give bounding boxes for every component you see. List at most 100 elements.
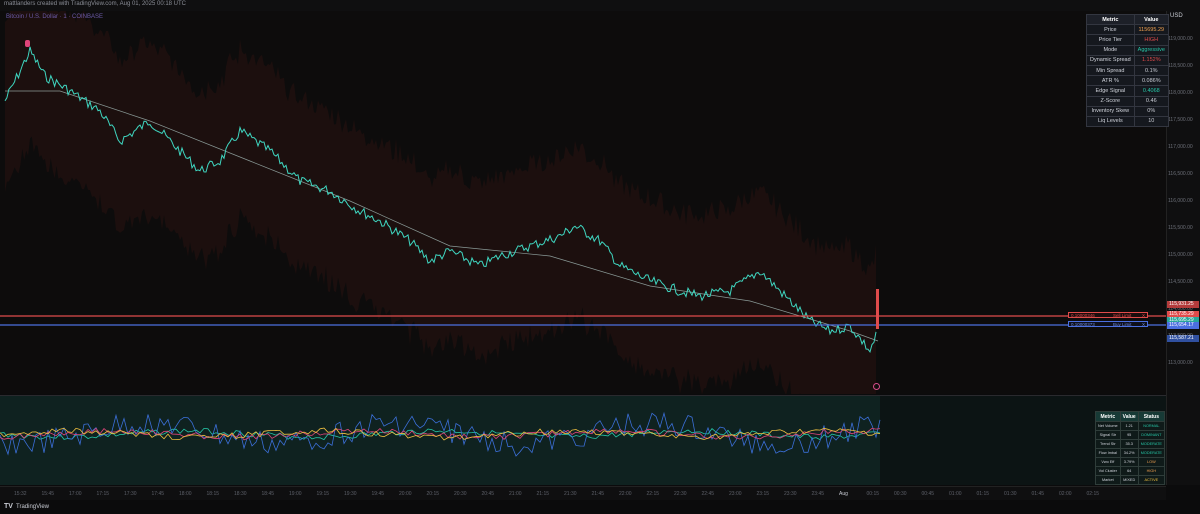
metric-value: 0.4068: [1133, 85, 1169, 97]
oscillator-pane[interactable]: [0, 395, 1166, 485]
time-tick: 22:00: [619, 491, 632, 497]
metric-name: Min Spread: [1086, 64, 1135, 77]
status-metric: Vwo Eff: [1095, 457, 1121, 467]
buy-limit-order[interactable]: 0.10000373 Buy Limit X: [1068, 321, 1148, 327]
metric-row: Inventory Skew 0%: [1086, 105, 1169, 117]
status-value: 64: [1119, 466, 1139, 476]
time-tick: 21:30: [564, 491, 577, 497]
top-bar: mattlanders created with TradingView.com…: [0, 0, 1200, 11]
metric-name: Price: [1086, 24, 1135, 36]
status-value: 1.21: [1119, 421, 1139, 431]
time-tick: 15:32: [14, 491, 27, 497]
time-tick: 17:15: [96, 491, 110, 497]
price-axis[interactable]: [1166, 11, 1200, 485]
time-tick: 19:30: [344, 491, 357, 497]
buy-limit-label: Buy Limit: [1113, 322, 1132, 327]
status-value: 3.79%: [1119, 457, 1139, 467]
alert-icon[interactable]: [873, 383, 880, 390]
metric-value: 115695.29: [1133, 24, 1169, 36]
status-value: 95: [1119, 430, 1139, 440]
metric-row: Dynamic Spread 1.152%: [1086, 54, 1169, 66]
status-table: Metric Value Status Net Volume 1.21 NORMAL…: [1095, 411, 1165, 485]
time-tick: 19:00: [289, 491, 302, 497]
price-tick: 118,000.00: [1168, 90, 1193, 96]
status-status: HIGH: [1137, 466, 1165, 476]
time-tick: 00:30: [894, 491, 907, 497]
metric-name: Edge Signal: [1086, 85, 1135, 97]
buy-limit-close-button[interactable]: X: [1142, 322, 1145, 328]
metric-value: Aggressive: [1133, 44, 1169, 56]
time-tick: 17:00: [69, 491, 82, 497]
time-tick: 02:15: [1086, 491, 1100, 497]
time-tick: 22:30: [674, 491, 687, 497]
time-tick: 23:30: [784, 491, 797, 497]
metric-row: Price Tier HIGH: [1086, 34, 1169, 46]
time-tick: 18:15: [206, 491, 220, 497]
price-tag: 115,654.17: [1167, 322, 1199, 329]
price-tick: 116,000.00: [1168, 198, 1193, 204]
buy-limit-qty: 0.10000373: [1071, 322, 1095, 327]
price-tick: 114,500.00: [1168, 279, 1193, 285]
time-tick: 01:00: [949, 491, 962, 497]
tradingview-logo[interactable]: TV: [4, 503, 13, 510]
metric-name: Liq Levels: [1086, 115, 1135, 128]
status-status: LOW: [1137, 457, 1165, 467]
metric-name: ATR %: [1086, 75, 1135, 87]
time-tick: 21:15: [536, 491, 550, 497]
time-axis[interactable]: 15:32 15:45 17:00 17:15 17:30 17:45 18:00 18:15…: [0, 486, 1166, 500]
sell-limit-qty: 0.10000346: [1071, 313, 1095, 318]
time-tick: 18:00: [179, 491, 192, 497]
time-tick: 23:15: [756, 491, 770, 497]
sell-limit-close-button[interactable]: X: [1142, 313, 1145, 319]
time-tick: 20:30: [454, 491, 467, 497]
time-tick: 23:45: [811, 491, 825, 497]
status-row: Flow Imbal 34.2% MODERATE: [1095, 448, 1165, 458]
value-header: Value: [1133, 13, 1169, 26]
status-metric: Signal Str: [1095, 430, 1121, 440]
time-tick: 22:15: [646, 491, 660, 497]
metric-name: Dynamic Spread: [1086, 54, 1135, 66]
status-status: ACTIVE: [1137, 475, 1165, 485]
currency-label[interactable]: USD: [1170, 13, 1183, 19]
metric-table: Metric Value Price 115695.29 Price Tier HIG…: [1086, 13, 1169, 128]
metric-name: Z-Score: [1086, 95, 1135, 107]
price-tick: 113,000.00: [1168, 360, 1193, 366]
metric-row: Liq Levels 10: [1086, 115, 1169, 128]
metric-value: 1.152%: [1133, 54, 1169, 66]
time-tick: 23:00: [729, 491, 742, 497]
sell-limit-order[interactable]: 0.10000346 Sell Limit X: [1068, 312, 1148, 318]
status-row: Net Volume 1.21 NORMAL: [1095, 421, 1165, 431]
price-tick: 117,500.00: [1168, 117, 1193, 123]
footer: TV TradingView: [0, 500, 1200, 514]
metric-value: 0.1%: [1133, 64, 1169, 77]
volatility-band: [5, 11, 876, 394]
main-chart-pane[interactable]: [0, 11, 1166, 394]
metric-value: 0%: [1133, 105, 1169, 117]
oscillator-canvas[interactable]: [0, 396, 1166, 485]
time-tick: 21:00: [509, 491, 522, 497]
time-tick: 00:15: [866, 491, 880, 497]
status-status-header: Status: [1137, 411, 1165, 422]
price-tick: 117,000.00: [1168, 144, 1193, 150]
metric-row: Price 115695.29: [1086, 24, 1169, 36]
time-tick: 01:30: [1004, 491, 1017, 497]
time-tick: 17:45: [151, 491, 165, 497]
main-chart-canvas[interactable]: [0, 11, 1166, 394]
status-status: MODERATE: [1137, 439, 1165, 449]
time-tick: 01:45: [1031, 491, 1045, 497]
price-tick: 119,000.00: [1168, 36, 1193, 42]
status-row: Trend Str 35.3 MODERATE: [1095, 439, 1165, 449]
price-tick: 116,500.00: [1168, 171, 1193, 177]
time-tick: 19:45: [371, 491, 385, 497]
created-text: mattlanders created with TradingView.com…: [4, 1, 186, 7]
status-metric: Flow Imbal: [1095, 448, 1121, 458]
metric-row: ATR % 0.086%: [1086, 75, 1169, 87]
signal-marker-icon: [25, 40, 30, 47]
time-tick: 19:15: [316, 491, 330, 497]
status-row: Market MIXED ACTIVE: [1095, 475, 1165, 485]
status-row: Vol Cluster 64 HIGH: [1095, 466, 1165, 476]
time-tick: 00:45: [921, 491, 935, 497]
time-tick: 18:30: [234, 491, 247, 497]
tradingview-text[interactable]: TradingView: [16, 504, 49, 510]
symbol-legend[interactable]: Bitcoin / U.S. Dollar · 1 · COINBASE: [6, 14, 103, 20]
